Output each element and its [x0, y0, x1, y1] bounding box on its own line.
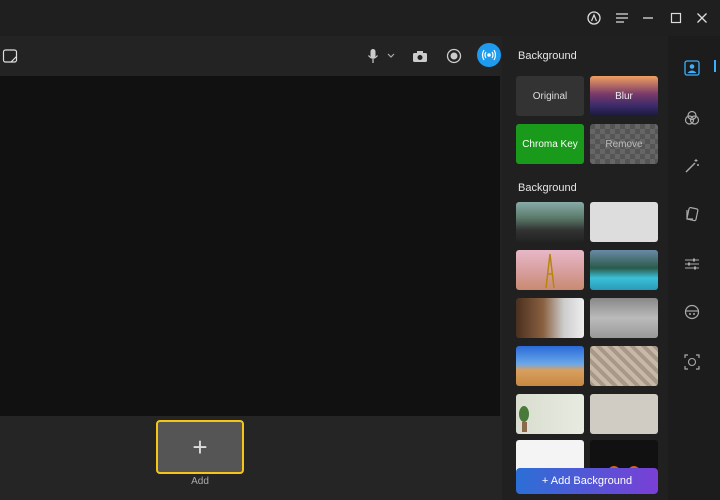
microphone-icon[interactable] [362, 44, 384, 68]
menu-icon[interactable] [612, 8, 632, 28]
sticker-icon[interactable] [682, 204, 702, 224]
person-icon[interactable] [682, 58, 702, 78]
background-thumb-desert[interactable] [516, 346, 584, 386]
tool-rail [668, 36, 720, 500]
background-thumb-stone[interactable] [590, 346, 658, 386]
close-icon[interactable] [692, 8, 712, 28]
magic-wand-icon[interactable] [682, 156, 702, 176]
background-thumb-gallery-wall[interactable] [590, 394, 658, 434]
camera-preview [0, 76, 500, 416]
add-source-button[interactable]: + [156, 420, 244, 474]
background-gallery-title: Background [518, 182, 577, 194]
add-label: Add [191, 476, 209, 487]
original-label: Original [532, 90, 568, 102]
source-strip [0, 416, 502, 500]
ar-face-icon[interactable] [682, 352, 702, 372]
background-thumb-living-room[interactable] [590, 298, 658, 338]
app-window: + Add Background Original Blur Chroma Ke… [0, 0, 720, 500]
adjustments-icon[interactable] [682, 254, 702, 274]
remove-label: Remove [605, 138, 643, 150]
preview-toolbar [0, 36, 502, 76]
minimize-icon[interactable] [638, 8, 658, 28]
add-background-label: + Add Background [541, 475, 633, 487]
background-panel: Background Original Blur Chroma Key Remo… [502, 36, 668, 500]
chroma-key-label: Chroma Key [522, 138, 578, 150]
background-section-title: Background [518, 50, 577, 62]
background-thumb-plant[interactable] [516, 394, 584, 434]
background-thumb-lake[interactable] [590, 250, 658, 290]
plus-icon: + [192, 432, 208, 462]
background-thumb-bookshelf[interactable] [516, 298, 584, 338]
filters-icon[interactable] [682, 108, 702, 128]
chevron-down-icon[interactable] [384, 44, 398, 68]
blur-label: Blur [615, 90, 633, 102]
live-broadcast-icon[interactable] [477, 43, 501, 67]
maximize-icon[interactable] [666, 8, 686, 28]
remove-option[interactable]: Remove [590, 124, 658, 164]
original-option[interactable]: Original [516, 76, 584, 116]
title-bar [0, 0, 720, 36]
avatar-icon[interactable] [682, 302, 702, 322]
record-icon[interactable] [442, 44, 466, 68]
chroma-key-option[interactable]: Chroma Key [516, 124, 584, 164]
add-background-button[interactable]: + Add Background [516, 468, 658, 494]
active-tab-indicator [714, 60, 716, 72]
background-thumb-white-wall[interactable] [590, 202, 658, 242]
background-thumb-office[interactable] [516, 202, 584, 242]
account-icon[interactable] [584, 8, 604, 28]
background-thumb-eiffel[interactable] [516, 250, 584, 290]
sticky-note-icon[interactable] [0, 44, 20, 68]
blur-option[interactable]: Blur [590, 76, 658, 116]
camera-icon[interactable] [408, 44, 432, 68]
